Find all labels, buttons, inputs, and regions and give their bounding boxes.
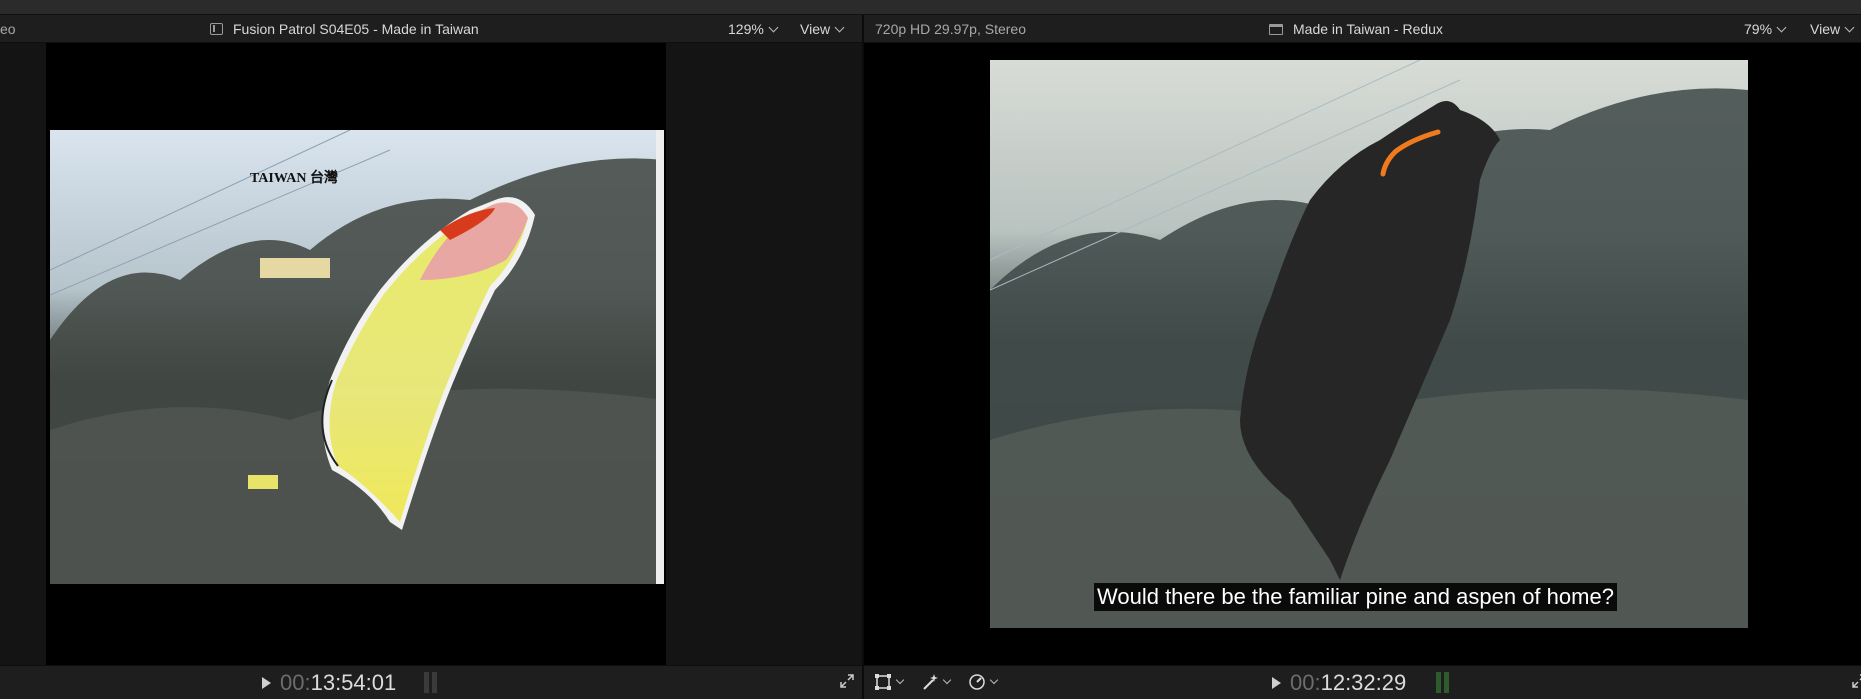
redux-video-frame	[990, 60, 1748, 628]
clip-title: Fusion Patrol S04E05 - Made in Taiwan	[233, 21, 479, 37]
film-clip-icon	[210, 23, 223, 35]
chevron-down-icon	[895, 675, 905, 685]
project-title: Made in Taiwan - Redux	[1293, 21, 1443, 37]
viewer-tools	[874, 673, 999, 691]
project-video-canvas[interactable]: Would there be the familiar pine and asp…	[864, 43, 1861, 665]
chevron-down-icon	[989, 675, 999, 685]
view-label: View	[800, 21, 831, 37]
zoom-value: 79%	[1744, 21, 1773, 37]
play-icon[interactable]	[1272, 677, 1281, 689]
zoom-value: 129%	[728, 21, 764, 37]
project-timecode[interactable]: 00: 12:32:29	[1272, 670, 1406, 696]
project-title-group: Made in Taiwan - Redux	[1269, 21, 1443, 37]
transform-tool[interactable]	[874, 673, 905, 691]
event-timecode[interactable]: 00: 13:54:01	[262, 670, 396, 696]
project-viewer-header: 720p HD 29.97p, Stereo Made in Taiwan - …	[864, 15, 1861, 43]
event-viewer-footer: 00: 13:54:01	[0, 665, 862, 699]
zoom-dropdown[interactable]: 79%	[1744, 21, 1787, 37]
chevron-down-icon	[834, 22, 845, 32]
event-viewer: eo Fusion Patrol S04E05 - Made in Taiwan…	[0, 15, 862, 699]
magic-wand-icon	[923, 674, 938, 690]
timecode-value: 13:54:01	[310, 670, 397, 695]
transform-icon	[875, 674, 891, 690]
format-info: 720p HD 29.97p, Stereo	[875, 21, 1026, 37]
view-menu[interactable]: View	[800, 21, 845, 37]
event-viewer-header: eo Fusion Patrol S04E05 - Made in Taiwan…	[0, 15, 862, 43]
view-menu[interactable]: View	[1810, 21, 1855, 37]
clapperboard-icon	[1269, 23, 1283, 35]
timecode-value: 12:32:29	[1320, 670, 1407, 695]
chevron-down-icon	[1776, 22, 1787, 32]
retime-speed-icon	[969, 674, 985, 690]
event-video-frame: TAIWAN 台灣	[50, 130, 664, 584]
enhance-tool[interactable]	[921, 673, 952, 691]
fullscreen-icon[interactable]	[840, 674, 854, 688]
subtitle-caption: Would there be the familiar pine and asp…	[1094, 583, 1617, 611]
taiwan-map-frame: TAIWAN 台灣	[50, 130, 664, 584]
clip-title-group: Fusion Patrol S04E05 - Made in Taiwan	[210, 21, 479, 37]
project-video-frame	[990, 60, 1748, 628]
chevron-down-icon	[942, 675, 952, 685]
project-viewer-footer: 00: 12:32:29	[864, 665, 1861, 699]
project-viewer: 720p HD 29.97p, Stereo Made in Taiwan - …	[864, 15, 1861, 699]
event-video-canvas[interactable]: TAIWAN 台灣	[46, 43, 666, 665]
chevron-down-icon	[768, 22, 779, 32]
timecode-prefix: 00:	[1290, 670, 1321, 695]
zoom-dropdown[interactable]: 129%	[728, 21, 779, 37]
audio-meter	[424, 672, 437, 693]
audio-meter	[1436, 672, 1449, 693]
chevron-down-icon	[1844, 22, 1855, 32]
top-toolbar-strip	[0, 0, 1861, 15]
play-icon[interactable]	[262, 677, 271, 689]
format-info: eo	[0, 21, 16, 37]
retime-tool[interactable]	[968, 673, 999, 691]
view-label: View	[1810, 21, 1841, 37]
timecode-prefix: 00:	[280, 670, 311, 695]
map-label: TAIWAN 台灣	[250, 169, 338, 186]
fullscreen-icon[interactable]	[1852, 674, 1861, 688]
